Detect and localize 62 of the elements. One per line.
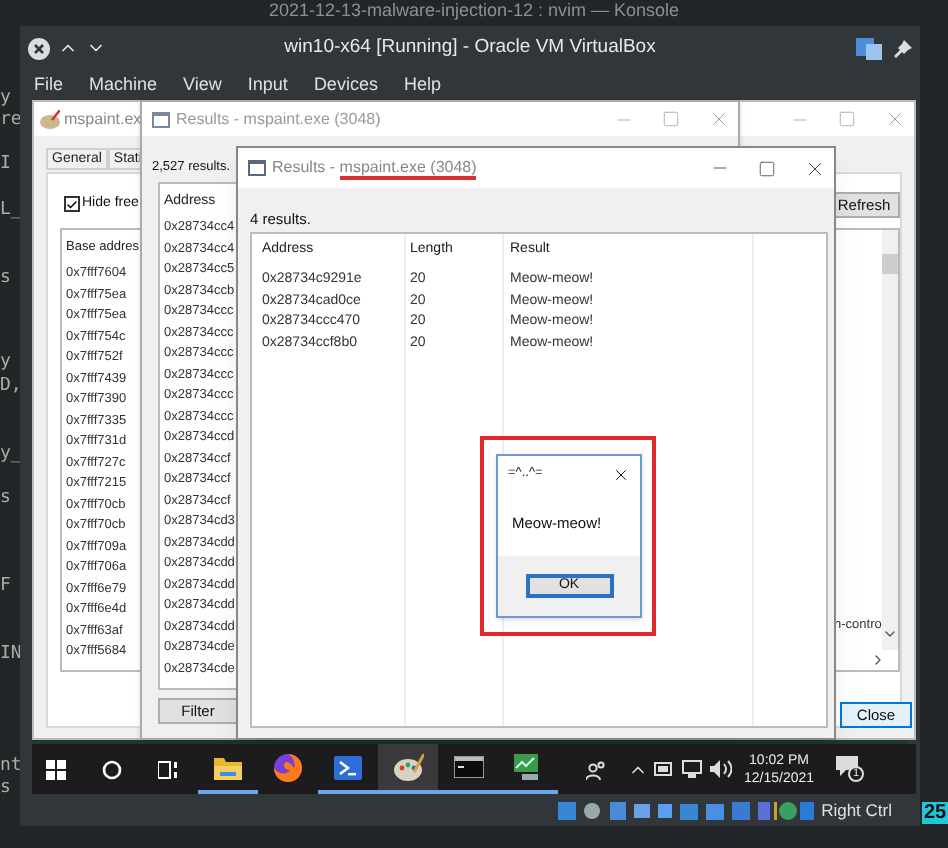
checkbox[interactable]	[64, 196, 80, 213]
task-view-icon[interactable]	[158, 759, 178, 779]
terminal-text: s	[0, 488, 11, 508]
close-button[interactable]	[612, 465, 630, 483]
terminal-text: y_	[0, 444, 22, 464]
network-icon[interactable]	[682, 760, 702, 778]
monitor-icon	[514, 754, 542, 780]
maximize-button[interactable]	[758, 159, 776, 177]
terminal-prompt-icon	[334, 755, 362, 779]
terminal-text: IN	[0, 644, 22, 664]
window-title: Results - mspaint.exe (3048)	[176, 107, 381, 131]
palette-icon	[393, 753, 423, 781]
windows-start-icon[interactable]	[46, 759, 66, 779]
menu-item[interactable]: Input	[247, 71, 288, 99]
close-icon	[612, 465, 630, 483]
device-icons-drawing[interactable]	[557, 801, 814, 819]
maximize-icon	[758, 159, 776, 177]
close-icon	[804, 157, 826, 179]
terminal-text: y	[0, 352, 11, 372]
menu-item[interactable]: Devices	[313, 71, 378, 99]
host-key-label: Right Ctrl	[821, 797, 892, 823]
terminal-text: s	[0, 268, 11, 288]
console-icon	[453, 756, 483, 778]
close-button[interactable]	[804, 157, 826, 179]
window-title: win10-x64 [Running] - Oracle VM VirtualBox	[282, 33, 658, 62]
menu-item[interactable]: Help	[403, 71, 441, 99]
terminal-text: nt	[0, 756, 22, 776]
people-icon[interactable]	[586, 759, 606, 779]
taskbar-app-button[interactable]	[378, 744, 438, 794]
menu-item[interactable]: View	[183, 71, 222, 99]
battery-icon[interactable]	[654, 762, 674, 776]
folder-icon	[214, 755, 242, 779]
window-title: mspaint.ex	[64, 107, 142, 131]
close-icon	[708, 108, 730, 130]
terminal-text: s	[0, 778, 11, 798]
scroll-right-icon[interactable]	[870, 652, 886, 668]
terminal-text: re	[0, 110, 22, 130]
browser-icon	[274, 753, 302, 781]
scrollbar[interactable]	[882, 230, 898, 650]
app-icon	[856, 36, 882, 60]
terminal-text: D,	[0, 376, 22, 396]
close-icon	[884, 108, 906, 130]
search-icon[interactable]	[102, 759, 122, 779]
konsole-title: 2021-12-13-malware-injection-12 : nvim — Konsole	[266, 0, 682, 22]
terminal-text: L_	[0, 200, 22, 220]
terminal-text: y	[0, 88, 11, 108]
scroll-down-icon[interactable]	[882, 626, 898, 642]
close-icon[interactable]	[28, 37, 50, 59]
terminal-text: F	[0, 576, 11, 596]
maximize-icon	[838, 110, 856, 128]
pin-icon[interactable]	[894, 39, 912, 57]
volume-icon[interactable]	[710, 760, 732, 778]
notifications-icon[interactable]	[836, 755, 859, 775]
maximize-icon	[662, 110, 680, 128]
terminal-text: I	[0, 154, 11, 174]
app-icon	[40, 109, 60, 129]
workspace-badge: 25	[922, 802, 948, 824]
window-icon	[248, 160, 266, 176]
window-title: Results - mspaint.exe (3048)	[272, 156, 477, 180]
menu-item[interactable]: Machine	[89, 71, 158, 99]
window-icon	[152, 111, 170, 127]
menu-item[interactable]: File	[34, 71, 64, 99]
